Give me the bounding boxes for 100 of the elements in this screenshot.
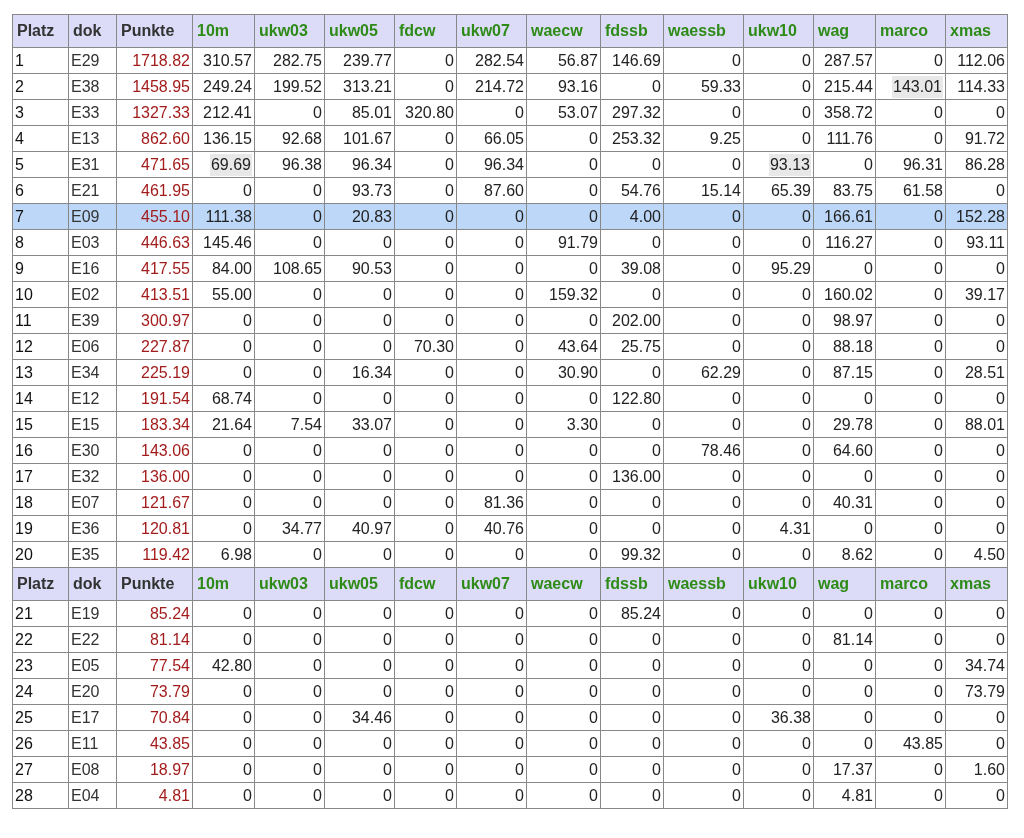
table-cell: 0 (589, 207, 598, 225)
table-cell: E02 (71, 285, 100, 303)
table-cell: 0 (383, 441, 392, 459)
table-cell: 0 (383, 233, 392, 251)
table-cell: 0 (445, 441, 454, 459)
table-cell: 16.34 (351, 363, 392, 381)
table-cell: 0 (732, 786, 741, 804)
column-header: fdssb (600, 567, 664, 601)
table-cell: 136.15 (203, 129, 252, 147)
table-cell: 0 (445, 519, 454, 537)
table-cell: 413.51 (141, 285, 190, 303)
table-cell: 0 (243, 786, 252, 804)
table-cell: 0 (802, 656, 811, 674)
table-cell: 0 (996, 467, 1005, 485)
table-cell: 0 (996, 103, 1005, 121)
table-cell: 0 (589, 786, 598, 804)
table-cell: 0 (934, 545, 943, 563)
table-cell: 0 (732, 233, 741, 251)
table-cell: 297.32 (612, 103, 661, 121)
table-cell: 199.52 (273, 77, 322, 95)
table-cell: 191.54 (141, 389, 190, 407)
table-cell: 25.75 (620, 337, 661, 355)
table-cell: 0 (802, 467, 811, 485)
table-cell: 0 (864, 389, 873, 407)
table-cell: 0 (445, 604, 454, 622)
table-cell: 0 (313, 285, 322, 303)
table-cell: 40.76 (483, 519, 524, 537)
table-cell: 22 (15, 630, 33, 648)
table-cell: 0 (864, 259, 873, 277)
table-cell: 0 (934, 129, 943, 147)
table-cell: 34.74 (964, 656, 1005, 674)
column-header: 10m (192, 567, 255, 601)
table-cell: 0 (934, 786, 943, 804)
table-cell: 0 (934, 285, 943, 303)
table-cell: 73.79 (149, 682, 190, 700)
table-cell: E32 (71, 467, 100, 485)
table-cell: 0 (383, 734, 392, 752)
table-cell: 215.44 (824, 77, 873, 95)
table-cell: 0 (243, 760, 252, 778)
table-cell: 28.51 (964, 363, 1005, 381)
table-cell: 0 (313, 337, 322, 355)
table-cell: 108.65 (273, 259, 322, 277)
table-cell: 0 (445, 682, 454, 700)
table-cell: 0 (313, 363, 322, 381)
table-cell: 20.83 (351, 207, 392, 225)
table-cell: 5 (15, 155, 24, 173)
table-cell: 0 (934, 389, 943, 407)
table-cell: E08 (71, 760, 100, 778)
table-cell: 0 (445, 129, 454, 147)
table-cell: 65.39 (770, 181, 811, 199)
table-cell: 0 (802, 51, 811, 69)
table-cell: 0 (243, 363, 252, 381)
table-cell: 0 (445, 415, 454, 433)
table-cell: 282.54 (475, 51, 524, 69)
table-cell: 0 (934, 656, 943, 674)
column-header: Platz (12, 14, 69, 48)
table-cell: 0 (864, 682, 873, 700)
table-cell: 0 (515, 545, 524, 563)
table-cell: 183.34 (141, 415, 190, 433)
table-cell: 0 (652, 656, 661, 674)
column-header: waecw (526, 14, 601, 48)
table-cell: 61.58 (902, 181, 943, 199)
table-cell: E34 (71, 363, 100, 381)
table-cell: 0 (515, 786, 524, 804)
table-cell: 166.61 (824, 207, 873, 225)
table-cell: 0 (732, 734, 741, 752)
table-cell: 0 (996, 493, 1005, 511)
table-cell: 24 (15, 682, 33, 700)
table-cell: 0 (996, 630, 1005, 648)
table-cell: 0 (652, 415, 661, 433)
table-cell: 0 (313, 545, 322, 563)
table-cell: 0 (802, 103, 811, 121)
table-cell: 0 (732, 630, 741, 648)
table-cell: 0 (313, 103, 322, 121)
table-cell: 0 (589, 467, 598, 485)
table-cell: 0 (383, 467, 392, 485)
table-cell: 0 (515, 363, 524, 381)
table-cell: 0 (996, 311, 1005, 329)
table-cell: 1 (15, 51, 24, 69)
table-cell: 3 (15, 103, 24, 121)
table-cell: 0 (243, 708, 252, 726)
table-cell: E20 (71, 682, 100, 700)
table-cell: 11 (15, 311, 32, 329)
table-cell: 99.32 (620, 545, 661, 563)
table-cell: 471.65 (141, 155, 190, 173)
table-cell: E38 (71, 77, 100, 95)
table-cell: 0 (732, 519, 741, 537)
table-cell: 88.01 (964, 415, 1005, 433)
table-cell: 0 (652, 233, 661, 251)
table-cell: 0 (802, 630, 811, 648)
table-cell: 0 (515, 337, 524, 355)
table-cell: E09 (71, 207, 100, 225)
table-cell: 95.29 (770, 259, 811, 277)
table-cell: 0 (934, 103, 943, 121)
table-cell: E21 (71, 181, 100, 199)
table-cell: 202.00 (612, 311, 661, 329)
table-cell: 0 (732, 682, 741, 700)
table-cell: 86.28 (964, 155, 1005, 173)
table-cell: 0 (732, 708, 741, 726)
table-cell: 42.80 (211, 656, 252, 674)
